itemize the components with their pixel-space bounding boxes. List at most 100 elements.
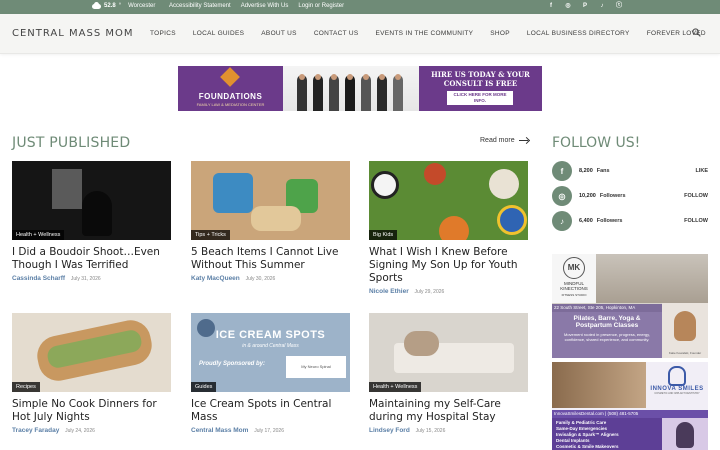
- post-thumbnail[interactable]: Tips + Tricks: [191, 161, 350, 240]
- advertise-link[interactable]: Advertise With Us: [241, 3, 289, 9]
- threads-icon[interactable]: ⓣ: [615, 2, 623, 11]
- social-links: f ◎ P ♪ ⓣ: [547, 2, 623, 11]
- post-meta: Tracey Faraday July 24, 2026: [12, 427, 171, 434]
- nav-item-shop[interactable]: SHOP: [490, 30, 510, 37]
- post-card[interactable]: Big Kids What I Wish I Knew Before Signi…: [369, 161, 528, 295]
- post-card[interactable]: Tips + Tricks 5 Beach Items I Cannot Liv…: [191, 161, 350, 282]
- post-card[interactable]: ICE CREAM SPOTS in & around Central Mass…: [191, 313, 350, 434]
- post-thumbnail[interactable]: Big Kids: [369, 161, 528, 240]
- innova-contact[interactable]: InnovaSmilesDental.com | (508) 481-5705: [552, 410, 708, 418]
- follow-label: Followers: [599, 193, 626, 199]
- post-meta: Nicole Ethier July 29, 2026: [369, 288, 528, 295]
- ice-cream-heading: ICE CREAM SPOTS: [215, 329, 326, 341]
- banner-left-subtitle: FAMILY LAW & MEDIATION CENTER: [196, 102, 265, 107]
- follow-count: 6,400: [579, 218, 593, 224]
- category-tag[interactable]: Big Kids: [369, 230, 398, 240]
- post-author[interactable]: Cassinda Scharff: [12, 275, 65, 282]
- mindful-kinections-ad[interactable]: MK MINDFUL KINECTIONS FITNESS STUDIO 22 …: [552, 254, 708, 358]
- category-tag[interactable]: Guides: [191, 382, 217, 392]
- post-meta: Katy MacQueen July 30, 2026: [191, 275, 350, 282]
- studio-photo: [596, 254, 708, 303]
- just-published-heading: JUST PUBLISHED: [12, 135, 131, 151]
- ice-cream-subheading: in & around Central Mass: [242, 343, 299, 349]
- post-thumbnail[interactable]: Health + Wellness: [12, 161, 171, 240]
- weather-widget: 52.8 ° Worcester: [92, 1, 155, 9]
- like-button[interactable]: LIKE: [695, 168, 708, 174]
- nav-item-business-directory[interactable]: LOCAL BUSINESS DIRECTORY: [527, 30, 630, 37]
- category-tag[interactable]: Health + Wellness: [369, 382, 422, 392]
- nav-item-contact-us[interactable]: CONTACT US: [314, 30, 359, 37]
- category-tag[interactable]: Health + Wellness: [12, 230, 65, 240]
- post-date: July 29, 2026: [414, 289, 445, 295]
- post-thumbnail[interactable]: Health + Wellness: [369, 313, 528, 392]
- follow-row-instagram[interactable]: ◎ 10,200 Followers FOLLOW: [552, 186, 708, 206]
- post-card[interactable]: Health + Wellness I Did a Boudoir Shoot……: [12, 161, 171, 282]
- sponsor-text: Proudly Sponsored by:: [199, 361, 266, 367]
- banner-ad[interactable]: FOUNDATIONS FAMILY LAW & MEDIATION CENTE…: [178, 66, 542, 111]
- post-title[interactable]: I Did a Boudoir Shoot…Even Though I Was …: [12, 246, 171, 272]
- category-tag[interactable]: Recipes: [12, 382, 40, 392]
- banner-cta-button[interactable]: CLICK HERE FOR MORE INFO.: [447, 91, 513, 105]
- post-card[interactable]: Recipes Simple No Cook Dinners for Hot J…: [12, 313, 171, 434]
- banner-cta-panel: HIRE US TODAY & YOUR CONSULT IS FREE CLI…: [419, 66, 542, 111]
- follow-label: Fans: [596, 168, 610, 174]
- nav-item-about-us[interactable]: ABOUT US: [261, 30, 297, 37]
- mindful-line2: Postpartum Classes: [575, 322, 639, 329]
- follow-button[interactable]: FOLLOW: [684, 218, 708, 224]
- post-author[interactable]: Tracey Faraday: [12, 427, 59, 434]
- banner-foundations-logo: FOUNDATIONS FAMILY LAW & MEDIATION CENTE…: [178, 66, 283, 111]
- service-item: Cosmetic & Smile Makeovers: [556, 444, 619, 449]
- pinterest-icon[interactable]: P: [581, 2, 589, 11]
- post-title[interactable]: 5 Beach Items I Cannot Live Without This…: [191, 246, 350, 272]
- post-title[interactable]: Maintaining my Self-Care during my Hospi…: [369, 398, 528, 424]
- accessibility-link[interactable]: Accessibility Statement: [169, 3, 231, 9]
- post-title[interactable]: What I Wish I Knew Before Signing My Son…: [369, 246, 528, 285]
- banner-team-photo: [283, 66, 419, 111]
- post-author[interactable]: Nicole Ethier: [369, 288, 409, 295]
- window-shape: [52, 169, 82, 209]
- team-member: [377, 74, 387, 111]
- search-icon[interactable]: [692, 28, 701, 37]
- post-author[interactable]: Katy MacQueen: [191, 275, 240, 282]
- follow-label: Followers: [596, 218, 623, 224]
- mindful-tagline: FITNESS STUDIO: [561, 293, 587, 297]
- site-logo[interactable]: CENTRAL MASS MOM: [12, 28, 134, 39]
- mk-monogram: MK: [563, 257, 585, 279]
- tiktok-icon[interactable]: ♪: [598, 2, 606, 11]
- dental-office-photo: [552, 362, 646, 408]
- post-card[interactable]: Health + Wellness Maintaining my Self-Ca…: [369, 313, 528, 434]
- post-author[interactable]: Central Mass Mom: [191, 427, 248, 434]
- post-title[interactable]: Simple No Cook Dinners for Hot July Nigh…: [12, 398, 171, 424]
- main-nav: CENTRAL MASS MOM TOPICS LOCAL GUIDES ABO…: [0, 14, 720, 54]
- sand-shape: [251, 206, 301, 231]
- baseball-shape: [489, 169, 519, 199]
- follow-row-facebook[interactable]: f 8,200 Fans LIKE: [552, 161, 708, 181]
- mindful-logo: MK MINDFUL KINECTIONS FITNESS STUDIO: [552, 254, 596, 303]
- category-tag[interactable]: Tips + Tricks: [191, 230, 230, 240]
- read-more-link[interactable]: Read more: [480, 137, 530, 144]
- nav-item-local-guides[interactable]: LOCAL GUIDES: [193, 30, 244, 37]
- portrait-caption: Katie Kowalski, Founder: [668, 351, 702, 355]
- nav-item-topics[interactable]: TOPICS: [150, 30, 176, 37]
- facebook-icon[interactable]: f: [547, 2, 555, 11]
- nav-menu: TOPICS LOCAL GUIDES ABOUT US CONTACT US …: [150, 30, 720, 37]
- instagram-icon[interactable]: ◎: [564, 2, 572, 11]
- mindful-brand: MINDFUL KINECTIONS: [560, 281, 588, 291]
- mindful-line1: Pilates, Barre, Yoga &: [573, 315, 641, 322]
- follow-us-heading: FOLLOW US!: [552, 135, 641, 151]
- nav-item-events[interactable]: EVENTS IN THE COMMUNITY: [375, 30, 473, 37]
- post-thumbnail[interactable]: ICE CREAM SPOTS in & around Central Mass…: [191, 313, 350, 392]
- login-link[interactable]: Login or Register: [298, 3, 344, 9]
- post-title[interactable]: Ice Cream Spots in Central Mass: [191, 398, 350, 424]
- post-meta: Lindsey Ford July 15, 2026: [369, 427, 528, 434]
- volleyball-shape: [497, 205, 527, 235]
- follow-button[interactable]: FOLLOW: [684, 193, 708, 199]
- follow-row-tiktok[interactable]: ♪ 6,400 Followers FOLLOW: [552, 211, 708, 231]
- innova-smiles-ad[interactable]: INNOVA SMILES COSMETIC AND IMPLANT DENTI…: [552, 362, 708, 450]
- banner-right-line1: HIRE US TODAY & YOUR: [431, 70, 530, 79]
- sponsor-logo: My Neuro Spinal: [286, 356, 346, 378]
- mindful-panel: Pilates, Barre, Yoga & Postpartum Classe…: [552, 312, 662, 358]
- post-author[interactable]: Lindsey Ford: [369, 427, 410, 434]
- mindful-address: 22 South Street, Ste 205, Hopkinton, MA: [552, 304, 662, 312]
- post-thumbnail[interactable]: Recipes: [12, 313, 171, 392]
